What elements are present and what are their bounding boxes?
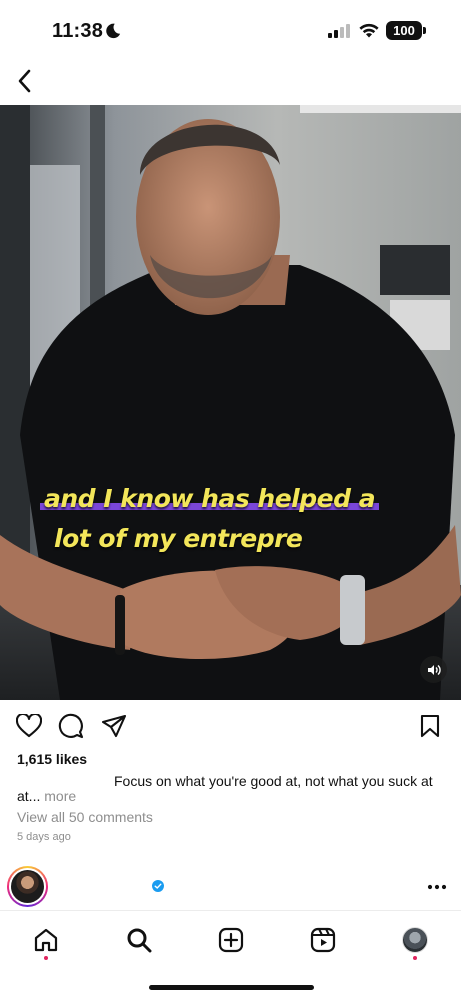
- like-button[interactable]: [14, 711, 44, 741]
- post-date: 5 days ago: [17, 831, 71, 843]
- more-link[interactable]: more: [44, 788, 76, 804]
- save-button[interactable]: [415, 711, 445, 741]
- reels-icon: [310, 927, 336, 953]
- view-comments-link[interactable]: View all 50 comments: [17, 809, 153, 825]
- create-icon: [218, 927, 244, 953]
- wifi-icon: [359, 23, 379, 38]
- video-frame: [0, 105, 461, 700]
- status-bar: 11:38 100: [0, 0, 461, 62]
- video-caption: and I know has helped a lot of my entrep…: [40, 479, 380, 559]
- nav-home[interactable]: [31, 925, 61, 955]
- caption-line-2: lot of my entrepre: [54, 524, 303, 553]
- share-button[interactable]: [99, 711, 129, 741]
- post-caption: Focus on what you're good at, not what y…: [114, 773, 433, 789]
- nav-profile[interactable]: [400, 925, 430, 955]
- post-caption-continued: at... more: [17, 788, 76, 804]
- comment-icon: [58, 713, 84, 739]
- share-icon: [101, 714, 127, 738]
- nav-create[interactable]: [216, 925, 246, 955]
- home-indicator: [149, 985, 314, 990]
- caption-line-1: and I know has helped a: [40, 479, 380, 519]
- post-caption-tail: at...: [17, 788, 41, 804]
- battery-indicator: 100: [386, 21, 426, 40]
- home-notification-dot: [44, 956, 48, 960]
- moon-icon: [106, 23, 121, 39]
- post-actions: [0, 711, 461, 743]
- chevron-left-icon: [18, 69, 31, 93]
- home-icon: [34, 928, 58, 952]
- bookmark-icon: [420, 714, 440, 738]
- speaker-icon: [427, 664, 441, 675]
- signal-icon: [328, 24, 350, 38]
- avatar: [11, 870, 44, 903]
- heart-icon: [16, 714, 42, 738]
- verified-badge-icon: [152, 880, 164, 892]
- more-horizontal-icon: [427, 884, 447, 890]
- profile-avatar: [402, 927, 428, 953]
- profile-notification-dot: [413, 956, 417, 960]
- mute-button[interactable]: [420, 656, 447, 683]
- status-time: 11:38: [52, 20, 104, 42]
- nav-reels[interactable]: [308, 925, 338, 955]
- search-icon: [127, 928, 152, 953]
- comment-button[interactable]: [56, 711, 86, 741]
- like-count[interactable]: 1,615 likes: [17, 751, 87, 767]
- nav-search[interactable]: [124, 925, 154, 955]
- reel-video[interactable]: and I know has helped a lot of my entrep…: [0, 105, 461, 700]
- post-options-button[interactable]: [425, 875, 449, 899]
- next-post-avatar[interactable]: [7, 866, 48, 907]
- back-button[interactable]: [10, 66, 40, 96]
